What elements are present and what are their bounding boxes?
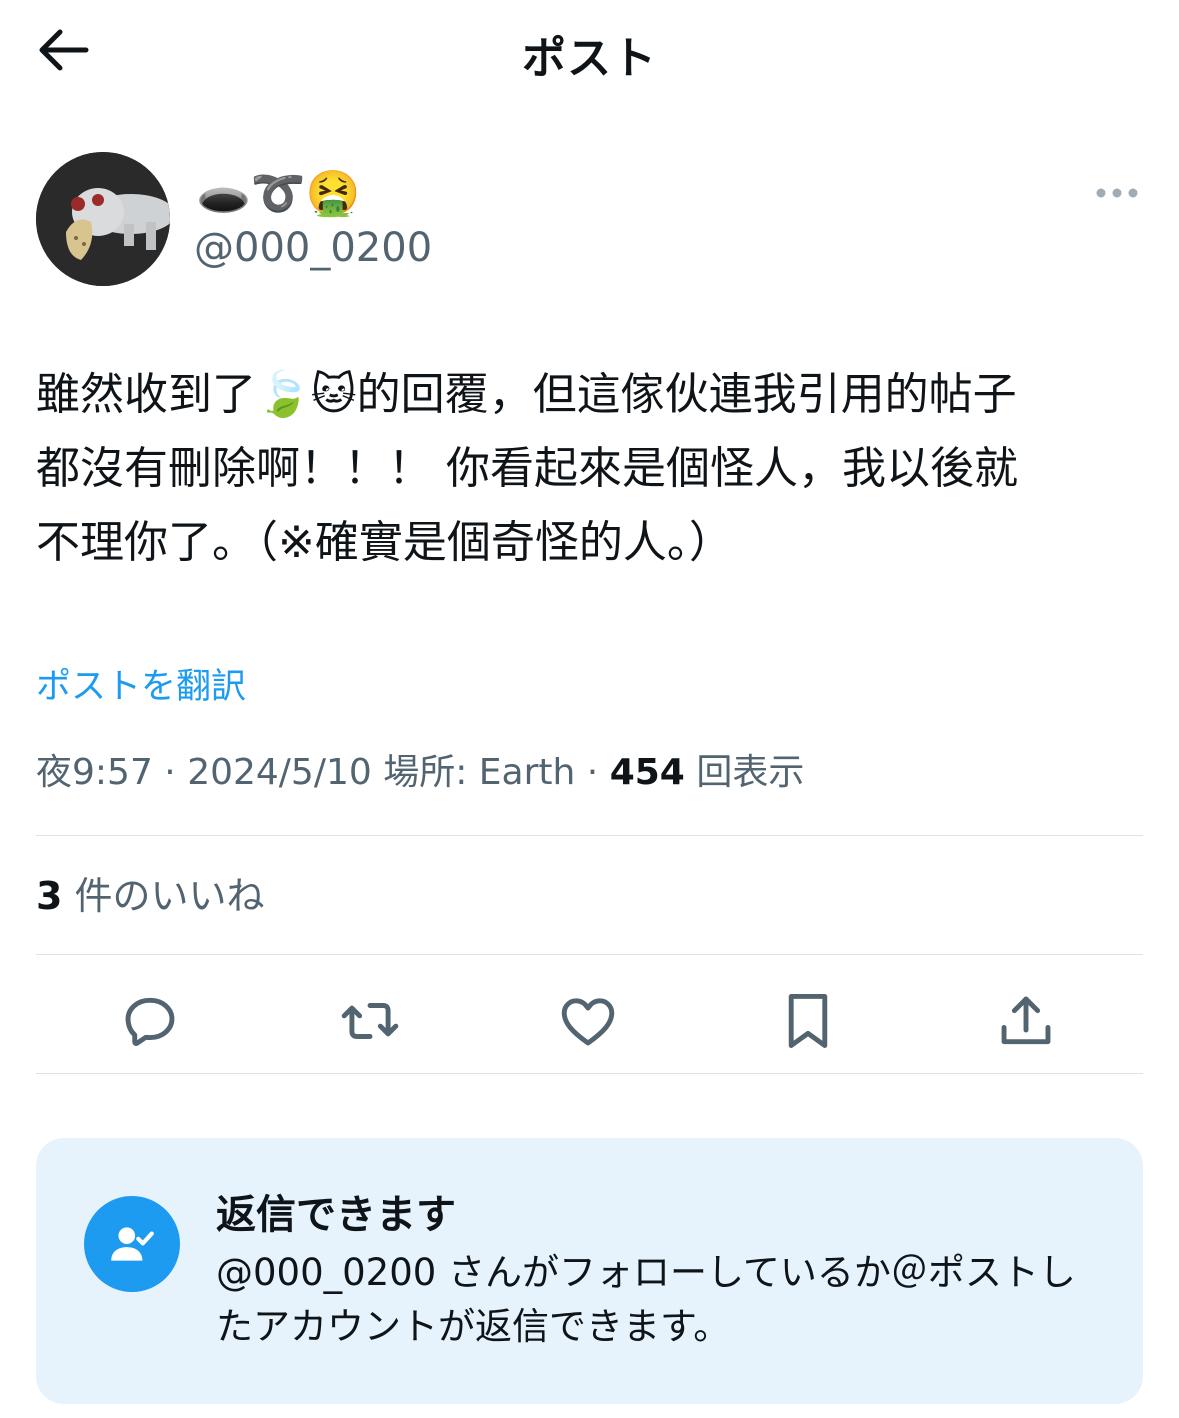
post-author: 🕳️➰🤮 @000_0200	[36, 152, 1143, 286]
likes-count: 3	[36, 874, 63, 918]
reply-settings-card: 返信できます @000_0200 さんがフォローしているか＠ポストしたアカウント…	[36, 1138, 1143, 1404]
post-date: 2024/5/10	[187, 752, 372, 793]
like-icon	[561, 998, 615, 1046]
share-button[interactable]	[990, 985, 1062, 1057]
user-check-icon	[111, 1227, 154, 1261]
divider	[36, 954, 1143, 955]
repost-button[interactable]	[334, 985, 406, 1057]
avatar[interactable]	[36, 152, 170, 286]
bookmark-button[interactable]	[772, 985, 844, 1057]
avatar-image	[36, 152, 170, 286]
top-bar: ポスト	[0, 0, 1179, 100]
post-time: 夜9:57	[36, 752, 153, 793]
like-button[interactable]	[552, 985, 624, 1057]
likes-label: 件のいいね	[74, 874, 265, 918]
post-meta: 夜9:57 · 2024/5/10 場所: Earth · 454 回表示	[36, 748, 804, 798]
page-title: ポスト	[522, 33, 657, 84]
views-count[interactable]: 454	[610, 752, 685, 793]
divider	[36, 1073, 1143, 1074]
display-name[interactable]: 🕳️➰🤮	[196, 166, 360, 222]
divider	[36, 835, 1143, 836]
action-bar	[36, 985, 1143, 1057]
more-options-button[interactable]	[1091, 178, 1143, 208]
reply-button[interactable]	[114, 985, 186, 1057]
translate-post-link[interactable]: ポストを翻訳	[36, 658, 246, 709]
user-handle[interactable]: @000_0200	[194, 222, 432, 274]
meta-separator: ·	[152, 752, 188, 793]
post-location: 場所: Earth	[383, 752, 576, 793]
repost-icon	[341, 1003, 399, 1039]
reply-settings-description: @000_0200 さんがフォローしているか＠ポストしたアカウントが返信できます…	[216, 1251, 1076, 1348]
more-dots-icon	[1096, 188, 1138, 198]
bookmark-icon	[788, 994, 828, 1048]
post-text: 雖然收到了🍃🐱的回覆，但這傢伙連我引用的帖子 都沒有刪除啊！！！ 你看起來是個怪…	[36, 369, 1018, 568]
reply-permission-badge	[84, 1196, 180, 1292]
views-label: 回表示	[696, 752, 805, 793]
share-icon	[1001, 996, 1051, 1045]
reply-icon	[125, 997, 175, 1046]
likes-summary[interactable]: 3 件のいいね	[36, 870, 265, 922]
reply-settings-title: 返信できます	[216, 1192, 456, 1238]
meta-separator: ·	[575, 752, 610, 793]
